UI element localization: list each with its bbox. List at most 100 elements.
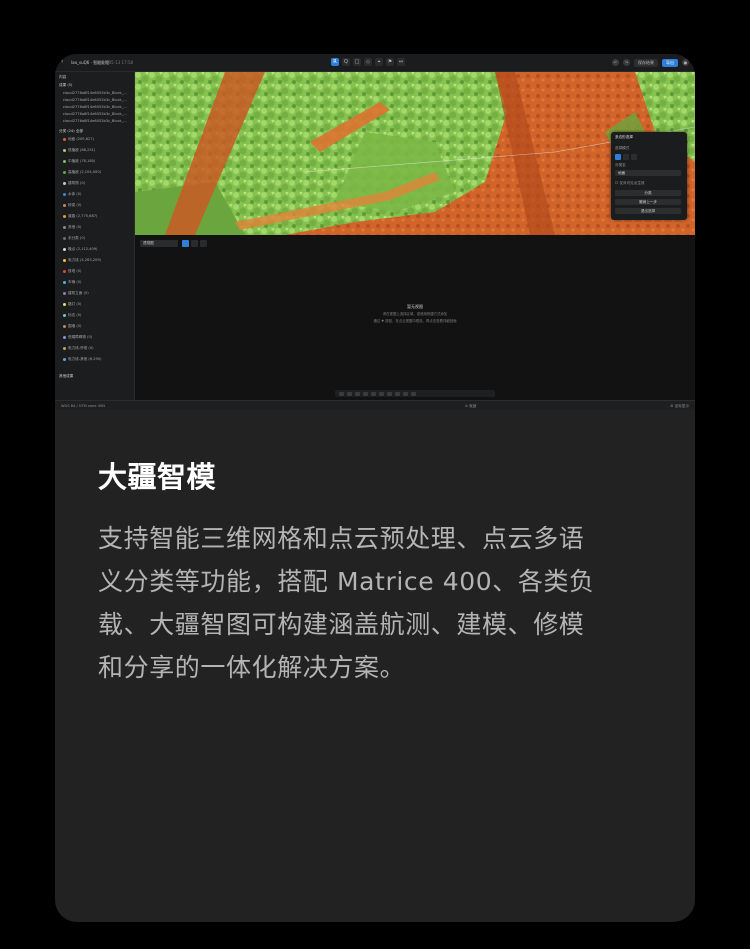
panel-class-label: 分类至 [615,163,626,167]
panel-title: 多边形选择 [615,135,633,139]
description-line: 载、大疆智图可构建涵盖航测、建模、修模 [98,610,585,639]
sidebar-title: 内容 [59,75,67,79]
class-item[interactable]: 建筑立面 (0) [63,290,89,296]
undo-step-button[interactable]: 撤销上一步 [615,199,681,205]
view-mode-select[interactable]: 透视图 [140,240,178,247]
class-item[interactable]: 其他 (0) [63,224,81,230]
exit-select-button[interactable]: 退出选择 [615,208,681,214]
class-item[interactable]: 高植被 (2,104,000) [63,169,101,175]
status-bar: WGS 84 / UTM zone 49N ⊘ 就绪 ⊞ 坐标显示 [55,400,695,410]
class-item-label: 路灯 (0) [68,302,82,306]
view-control-icon[interactable] [395,391,400,396]
visible-only-checkbox[interactable]: ☐ 仅对可见点生效 [615,181,645,186]
flag-tool-icon[interactable]: ⚑ [386,58,394,66]
empty-state-line1: 请在视图上选择区域，或使用快捷方式添加 [382,312,448,316]
redo-icon[interactable]: ↷ [623,59,630,66]
view-control-icon[interactable] [387,391,392,396]
class-color-swatch [63,357,66,361]
class-item-label: 低植被 (88,251) [68,148,96,152]
class-item[interactable]: 桥梁 (0) [63,202,81,208]
undo-icon[interactable]: ↶ [612,59,619,66]
class-item-label: 标志 (0) [68,313,82,317]
view-layout-icon[interactable] [200,240,207,247]
mode-remove-icon[interactable] [623,154,629,160]
view-control-icon[interactable] [411,391,416,396]
class-item-label: 其他 (0) [68,225,82,229]
class-item[interactable]: 路灯 (0) [63,301,81,307]
polygon-tool-icon[interactable]: ◇ [364,58,372,66]
content-sidebar: 内容 成果 (5) cloud2776a8f14e6052b3c_Block_.… [55,72,135,400]
class-color-swatch [63,291,66,295]
class-item-label: 电力线 (4,283,209) [68,258,102,262]
mode-add-icon[interactable] [615,154,621,160]
select-tool-icon[interactable]: R [331,58,339,66]
view-control-icon[interactable] [347,391,352,396]
class-color-swatch [63,148,66,152]
class-item[interactable]: 车辆 (0) [63,279,81,285]
polygon-select-panel: 多边形选择 选择模式 分类至 地面 ☐ 仅对可见点生效 分类 撤销上一步 退出选… [611,132,687,220]
class-item[interactable]: 低植被 (88,251) [63,147,95,153]
class-color-swatch [63,192,66,196]
class-item[interactable]: 水体 (0) [63,191,81,197]
product-title: 大疆智模 [98,460,217,494]
class-item[interactable]: 地面 (209,627) [63,136,94,142]
result-item[interactable]: cloud2776a8f14e6052b3c_Block_... [63,97,127,103]
export-button[interactable]: 导出 [662,58,678,67]
description-line: 支持智能三维网格和点云预处理、点云多语 [98,524,585,553]
empty-state-line2: 通过 ✚ 按钮，在点云视图中框选，再点击查看详细剖面 [373,319,457,323]
result-item[interactable]: cloud2776a8f14e6052b3c_Block_... [63,104,127,110]
sidebar-section-classes[interactable]: 分类 (24) 全部 [59,129,83,134]
class-item[interactable]: 建筑物 (0) [63,180,85,186]
class-item[interactable]: 道路 (2,775,687) [63,213,97,219]
view-control-icon[interactable] [355,391,360,396]
panel-mode-label: 选择模式 [615,146,630,150]
class-color-swatch [63,214,66,218]
box-tool-icon[interactable]: □ [353,58,361,66]
class-item[interactable]: 低矮障碍物 (0) [63,334,92,340]
class-item[interactable]: 铁塔 (0) [63,268,81,274]
toolbar: R Q □ ◇ ⌖ ⚑ ↔ [331,58,405,67]
mode-segmented-control [615,154,637,160]
class-item[interactable]: 电力线-杆塔 (0) [63,345,94,351]
coordinate-toggle[interactable]: ⊞ 坐标显示 [670,404,689,409]
save-result-button[interactable]: 保存结果 [634,58,658,67]
class-item-label: 水体 (0) [68,192,82,196]
class-color-swatch [63,302,66,306]
class-select[interactable]: 地面 [615,170,681,176]
class-item[interactable]: 未分类 (0) [63,235,85,241]
result-item[interactable]: cloud2776a8f14e6052b3c_Block_... [63,118,127,124]
status-ready: ⊘ 就绪 [465,404,477,408]
class-item-label: 电力线-其他 (6,290) [68,357,102,361]
user-avatar-icon[interactable]: ● [682,59,689,66]
apply-class-button[interactable]: 分类 [615,190,681,196]
class-color-swatch [63,170,66,174]
class-item[interactable]: 标志 (0) [63,312,81,318]
sidebar-section-more[interactable]: 其他成果 [59,374,73,379]
sidebar-section-results[interactable]: 成果 (5) [59,83,72,88]
class-item[interactable]: 围墙 (0) [63,323,81,329]
view-control-icon[interactable] [403,391,408,396]
zoom-tool-icon[interactable]: Q [342,58,350,66]
view-control-icon[interactable] [371,391,376,396]
class-color-swatch [63,346,66,350]
class-color-swatch [63,236,66,240]
view-control-icon[interactable] [339,391,344,396]
class-item[interactable]: 电力线-其他 (6,290) [63,356,102,362]
add-view-icon[interactable] [182,240,189,247]
class-color-swatch [63,324,66,328]
view-settings-icon[interactable] [191,240,198,247]
back-icon[interactable]: ‹ [61,59,63,65]
result-item[interactable]: cloud2776a8f14e6052b3c_Block_... [63,111,127,117]
class-item[interactable]: 电力线 (4,283,209) [63,257,101,263]
measure-tool-icon[interactable]: ↔ [397,58,405,66]
class-item-label: 车辆 (0) [68,280,82,284]
class-item[interactable]: 噪点 (2,112,409) [63,246,97,252]
view-control-icon[interactable] [379,391,384,396]
file-time: 2025-05-13 17:58 [97,60,134,65]
result-item[interactable]: cloud2776a8f14e6052b3c_Block_... [63,90,127,96]
view-control-icon[interactable] [363,391,368,396]
target-tool-icon[interactable]: ⌖ [375,58,383,66]
class-item[interactable]: 中植被 (78,180) [63,158,95,164]
class-color-swatch [63,159,66,163]
mode-invert-icon[interactable] [631,154,637,160]
